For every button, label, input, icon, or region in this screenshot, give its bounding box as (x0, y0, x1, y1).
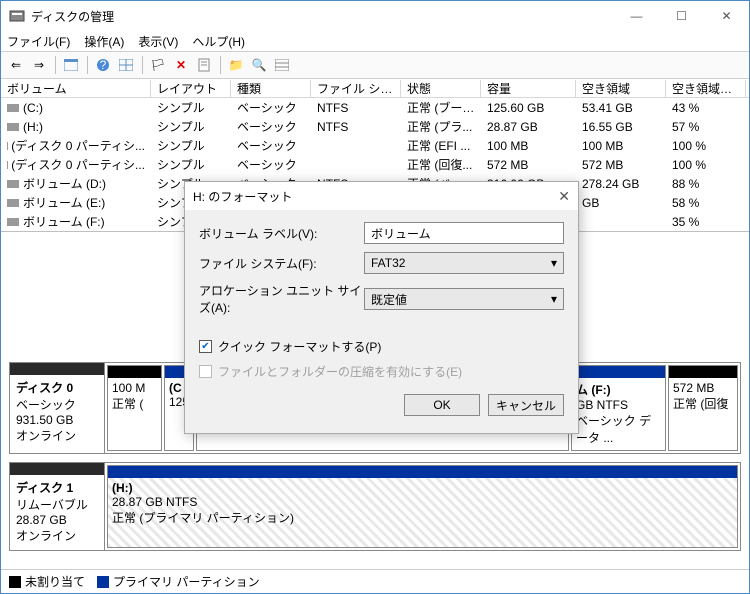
menu-view[interactable]: 表示(V) (138, 33, 178, 50)
menu-file[interactable]: ファイル(F) (7, 33, 70, 50)
forward-icon[interactable]: ⇒ (28, 54, 50, 76)
col-pct[interactable]: 空き領域の割... (666, 80, 746, 97)
dialog-title: H: のフォーマット (193, 188, 292, 205)
titlebar: ディスクの管理 — ☐ ✕ (1, 1, 749, 31)
disk0-info[interactable]: ディスク 0 ベーシック 931.50 GB オンライン (10, 363, 105, 453)
col-free[interactable]: 空き領域 (576, 80, 666, 97)
disk0-part-f[interactable]: ム (F:)GB NTFSベーシック データ ... (571, 365, 666, 451)
chevron-down-icon: ▾ (551, 292, 557, 306)
col-status[interactable]: 状態 (401, 80, 481, 97)
maximize-button[interactable]: ☐ (659, 1, 704, 31)
dialog-close-icon[interactable]: ✕ (558, 188, 570, 205)
col-volume[interactable]: ボリューム (1, 80, 151, 97)
window-title: ディスクの管理 (31, 8, 114, 25)
list-header: ボリューム レイアウト 種類 ファイル システム 状態 容量 空き領域 空き領域… (1, 79, 749, 98)
flag-icon[interactable]: 🏳 (147, 54, 169, 76)
filesystem-select[interactable]: FAT32▾ (364, 252, 564, 274)
compress-label: ファイルとフォルダーの圧縮を有効にする(E) (218, 363, 462, 380)
allocation-label: アロケーション ユニット サイズ(A): (199, 282, 364, 316)
menu-help[interactable]: ヘルプ(H) (192, 33, 245, 50)
menu-action[interactable]: 操作(A) (84, 33, 124, 50)
volume-label-input[interactable] (364, 222, 564, 244)
list-item[interactable]: (ディスク 0 パーティシ...シンプルベーシック正常 (EFI ...100 … (1, 136, 749, 155)
help-icon[interactable]: ? (92, 54, 114, 76)
disk0-part-recovery[interactable]: 572 MB正常 (回復 (668, 365, 738, 451)
disk1-part-h[interactable]: (H:)28.87 GB NTFS正常 (プライマリ パーティション) (107, 465, 738, 548)
list-item[interactable]: (H:)シンプルベーシックNTFS正常 (プラ...28.87 GB16.55 … (1, 117, 749, 136)
col-type[interactable]: 種類 (231, 80, 311, 97)
compress-checkbox (199, 365, 212, 378)
col-layout[interactable]: レイアウト (151, 80, 231, 97)
volume-label-label: ボリューム ラベル(V): (199, 225, 364, 242)
disk1-name: ディスク 1 (16, 481, 73, 495)
minimize-button[interactable]: — (614, 1, 659, 31)
delete-icon[interactable]: ✕ (170, 54, 192, 76)
app-icon (9, 8, 25, 24)
allocation-select[interactable]: 既定値▾ (364, 288, 564, 310)
list-icon[interactable] (271, 54, 293, 76)
col-capacity[interactable]: 容量 (481, 80, 576, 97)
list-item[interactable]: (ディスク 0 パーティシ...シンプルベーシック正常 (回復...572 MB… (1, 155, 749, 174)
search-icon[interactable]: 🔍 (248, 54, 270, 76)
ok-button[interactable]: OK (404, 394, 480, 416)
filesystem-label: ファイル システム(F): (199, 255, 364, 272)
disk0-name: ディスク 0 (16, 381, 73, 395)
disk1-info[interactable]: ディスク 1 リムーバブル 28.87 GB オンライン (10, 463, 105, 550)
menubar: ファイル(F) 操作(A) 表示(V) ヘルプ(H) (1, 31, 749, 51)
disk1-panel: ディスク 1 リムーバブル 28.87 GB オンライン (H:)28.87 G… (9, 462, 741, 551)
quick-format-label: クイック フォーマットする(P) (218, 338, 381, 355)
cancel-button[interactable]: キャンセル (488, 394, 564, 416)
legend: 未割り当て プライマリ パーティション (1, 569, 749, 593)
back-icon[interactable]: ⇐ (5, 54, 27, 76)
svg-text:?: ? (100, 58, 107, 72)
chevron-down-icon: ▾ (551, 256, 557, 270)
format-dialog: H: のフォーマット ✕ ボリューム ラベル(V): ファイル システム(F):… (184, 181, 579, 434)
dialog-titlebar: H: のフォーマット ✕ (185, 182, 578, 210)
disk0-part1[interactable]: 100 M正常 ( (107, 365, 162, 451)
folder-icon[interactable]: 📁 (225, 54, 247, 76)
list-item[interactable]: (C:)シンプルベーシックNTFS正常 (ブート...125.60 GB53.4… (1, 98, 749, 117)
toolbar: ⇐ ⇒ ? 🏳 ✕ 📁 🔍 (1, 51, 749, 79)
properties-icon[interactable] (193, 54, 215, 76)
col-fs[interactable]: ファイル システム (311, 80, 401, 97)
grid-icon[interactable] (115, 54, 137, 76)
quick-format-checkbox[interactable]: ✔ (199, 340, 212, 353)
panel-icon[interactable] (60, 54, 82, 76)
close-button[interactable]: ✕ (704, 1, 749, 31)
